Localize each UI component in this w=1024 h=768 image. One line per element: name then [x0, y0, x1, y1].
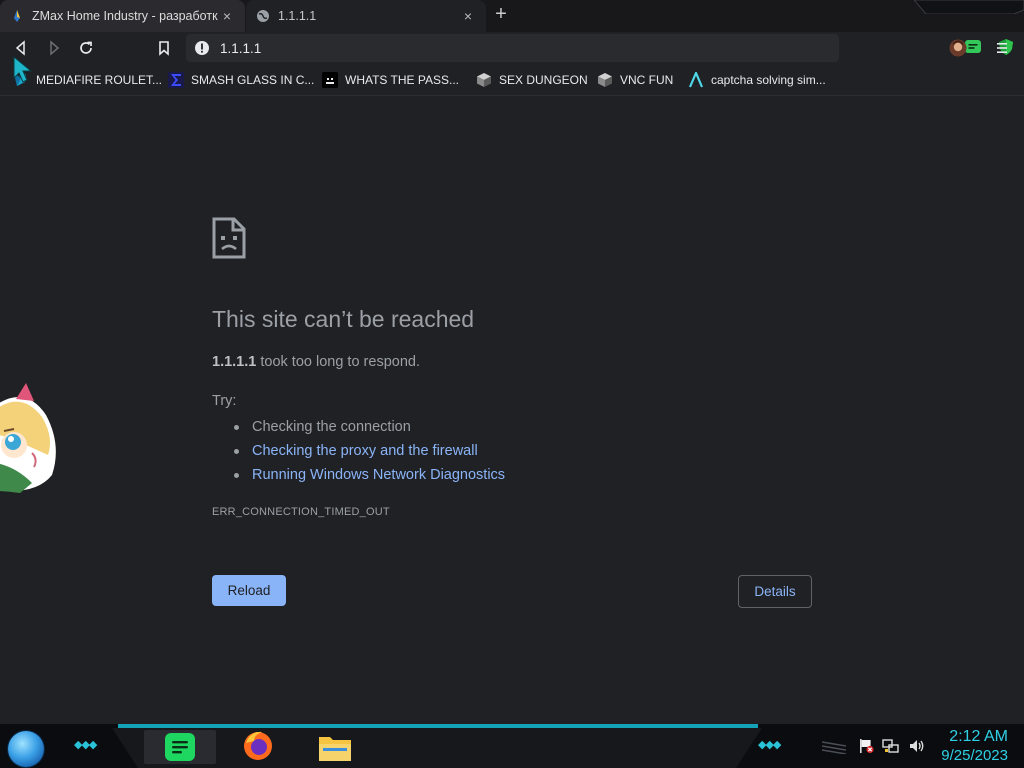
error-message-text: took too long to respond.	[256, 354, 420, 370]
toolbar: 1.1.1.1	[0, 32, 1024, 64]
taskbar-accent-strip	[118, 724, 758, 728]
bookmark-whats-the-pass[interactable]: WHATS THE PASS...	[322, 70, 459, 90]
spotify-taskbar-button[interactable]	[144, 730, 216, 764]
tab-close-icon[interactable]: ×	[460, 8, 476, 24]
network-icon[interactable]	[882, 738, 900, 754]
zmax-favicon-icon	[14, 10, 20, 22]
forward-arrow-icon	[50, 40, 60, 56]
file-explorer-icon[interactable]	[318, 732, 352, 762]
details-button[interactable]: Details	[738, 575, 812, 608]
suggestion-network-diagnostics-link[interactable]: Running Windows Network Diagnostics	[232, 463, 505, 487]
bookmark-label: captcha solving sim...	[711, 73, 826, 87]
tab-title: 1.1.1.1	[278, 9, 317, 23]
error-message: 1.1.1.1 took too long to respond.	[212, 354, 420, 370]
terminal-icon	[322, 72, 338, 88]
error-code: ERR_CONNECTION_TIMED_OUT	[212, 506, 390, 518]
spotify-icon	[165, 733, 195, 761]
tab-1-1-1-1[interactable]: 1.1.1.1 ×	[246, 0, 486, 32]
mouse-cursor-icon	[13, 56, 33, 83]
window-decoration	[914, 0, 1024, 14]
tab-close-icon[interactable]: ×	[219, 8, 235, 24]
forward-button[interactable]	[42, 36, 66, 60]
tab-zmax[interactable]: ZMax Home Industry - разработк ×	[0, 0, 245, 32]
error-host: 1.1.1.1	[212, 354, 257, 370]
bookmarks-bar: MEDIAFIRE ROULET... SMASH GLASS IN C... …	[0, 64, 1024, 96]
address-url: 1.1.1.1	[220, 40, 262, 56]
start-orb-button[interactable]	[8, 731, 44, 767]
lambda-icon	[688, 72, 704, 88]
firefox-icon[interactable]	[242, 729, 274, 761]
cartoon-character-sticker	[0, 383, 56, 493]
taskbar-clock[interactable]: 2:12 AM 9/25/2023	[941, 727, 1008, 765]
avatar-icon	[949, 39, 967, 57]
bookmark-label: MEDIAFIRE ROULET...	[36, 73, 163, 87]
bookmark-label: VNC FUN	[620, 73, 674, 87]
tab-title: ZMax Home Industry - разработк	[32, 9, 218, 23]
bookmark-vnc-fun[interactable]: VNC FUN	[597, 70, 673, 90]
server-icon	[597, 72, 613, 88]
chevron-deco-icon: ◆◆◆	[74, 739, 97, 751]
bookmark-icon	[159, 41, 169, 56]
reload-toolbar-button[interactable]	[74, 36, 98, 60]
bookmark-sex-dungeon[interactable]: SEX DUNGEON	[476, 70, 588, 90]
error-title: This site can’t be reached	[212, 306, 475, 332]
chevron-deco-icon: ◆◆◆	[758, 739, 781, 751]
bookmark-label: SMASH GLASS IN C...	[191, 73, 315, 87]
suggestion-list: Checking the connection Checking the pro…	[232, 415, 505, 487]
bookmark-smash-glass[interactable]: SMASH GLASS IN C...	[168, 70, 314, 90]
info-warning-icon	[195, 41, 209, 55]
hamburger-menu-icon	[997, 43, 1007, 53]
clock-time: 2:12 AM	[949, 728, 1008, 745]
sigma-icon	[168, 72, 184, 88]
bookmark-page-button[interactable]	[152, 36, 176, 60]
server-icon	[476, 72, 492, 88]
bookmark-label: SEX DUNGEON	[499, 73, 588, 87]
profile-avatar-button[interactable]	[946, 36, 970, 60]
tab-strip: ZMax Home Industry - разработк × 1.1.1.1…	[0, 0, 1024, 32]
volume-icon[interactable]	[908, 738, 926, 754]
bookmark-mediafire-roulette[interactable]: MEDIAFIRE ROULET...	[13, 70, 162, 90]
try-label: Try:	[212, 393, 237, 409]
suggestion-proxy-firewall-link[interactable]: Checking the proxy and the firewall	[232, 439, 505, 463]
menu-button[interactable]	[990, 36, 1014, 60]
reload-icon	[80, 41, 92, 54]
sad-page-icon	[212, 217, 246, 259]
clock-date: 9/25/2023	[941, 747, 1008, 764]
system-tray	[858, 738, 926, 754]
back-arrow-icon	[15, 40, 25, 56]
error-page: This site can’t be reached 1.1.1.1 took …	[0, 97, 1024, 724]
globe-icon	[257, 10, 269, 22]
bookmark-label: WHATS THE PASS...	[345, 73, 460, 87]
address-bar[interactable]: 1.1.1.1	[186, 34, 1013, 62]
taskbar-deco-lines-icon	[822, 741, 846, 754]
action-center-flag-icon[interactable]	[858, 738, 874, 754]
suggestion-check-connection: Checking the connection	[232, 415, 505, 439]
new-tab-button[interactable]: +	[490, 4, 512, 26]
bookmark-captcha-solving[interactable]: captcha solving sim...	[688, 70, 826, 90]
taskbar: ◆◆◆ ◆◆◆ 2:12 AM 9/25/2023	[0, 724, 1024, 768]
reload-button[interactable]: Reload	[212, 575, 286, 606]
